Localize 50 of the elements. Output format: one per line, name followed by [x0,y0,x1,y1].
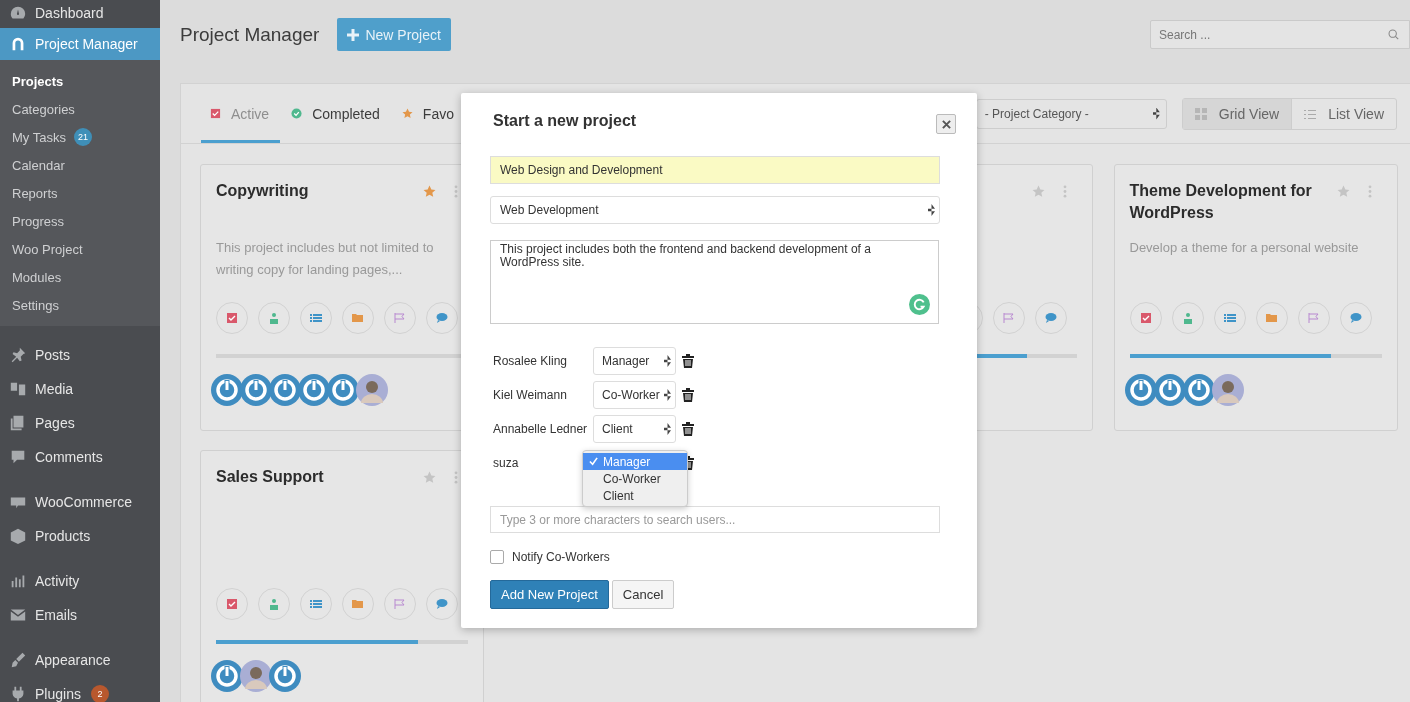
submenu-item[interactable]: Reports [0,179,160,207]
sidebar-item[interactable]: Products [0,519,160,553]
search-field[interactable]: Search ... [1150,20,1410,49]
cancel-button[interactable]: Cancel [611,580,675,609]
submenu-item[interactable]: Progress [0,207,160,235]
member-name: suza [493,456,520,470]
project-title: Sales Support [216,467,325,487]
view-toggle-button[interactable]: List View [1292,98,1396,129]
role-select[interactable]: Manager [593,347,676,375]
project-description: This project includes but not limited to writing copy for landing pages,... [216,239,435,279]
member-name: Rosalee Kling [493,354,569,368]
submenu-item[interactable]: Woo Project [0,235,160,263]
role-select[interactable]: Client [593,415,676,443]
project-title: Theme Development for WordPress [1129,181,1313,223]
submenu-item[interactable]: Categories [0,95,160,123]
tab[interactable]: Completed [282,84,391,143]
submenu-item[interactable]: Modules [0,263,160,291]
page-title: Project Manager [180,23,320,46]
checkbox-label: Notify Co-Workers [512,550,610,564]
dialog-title: Start a new project [493,112,637,130]
sidebar-item[interactable]: Appearance [0,643,160,677]
sidebar-item[interactable]: Pages [0,406,160,440]
sidebar-item[interactable]: Comments [0,440,160,474]
count-badge: 21 [73,128,92,146]
project-name-field[interactable]: Web Design and Development [490,156,940,184]
dropdown-option[interactable]: Co-Worker [583,470,687,487]
submenu-item[interactable]: Projects [0,67,160,95]
count-badge: 2 [90,685,109,702]
sidebar-item[interactable]: Dashboard [0,0,160,28]
submenu-item[interactable]: My Tasks 21 [0,123,160,151]
member-name: Kiel Weimann [493,388,568,402]
sidebar-item[interactable]: WooCommerce [0,485,160,519]
sidebar-item[interactable]: Emails [0,598,160,632]
description-field[interactable]: This project includes both the frontend and backend development of a WordPress site. [490,240,939,324]
sidebar-item[interactable]: Posts [0,338,160,372]
sidebar-item[interactable]: Plugins 2 [0,677,160,702]
category-select[interactable]: Web Development [490,196,940,224]
sidebar-item[interactable]: Activity [0,564,160,598]
view-toggle-button[interactable]: Grid View [1182,98,1293,129]
project-title: Copywriting [216,181,310,201]
project-description: Develop a theme for a personal website [1129,239,1360,257]
member-name: Annabelle Ledner [493,422,589,436]
submenu-item[interactable]: Calendar [0,151,160,179]
dropdown-option[interactable]: Client [583,487,687,504]
add-project-button[interactable]: Add New Project [490,580,609,609]
submenu-item[interactable]: Settings [0,291,160,319]
user-search-field[interactable]: Type 3 or more characters to search users... [490,506,940,533]
sidebar-item[interactable]: Media [0,372,160,406]
role-select[interactable]: Co-Worker [593,381,676,409]
tab[interactable]: Favo [392,84,465,143]
